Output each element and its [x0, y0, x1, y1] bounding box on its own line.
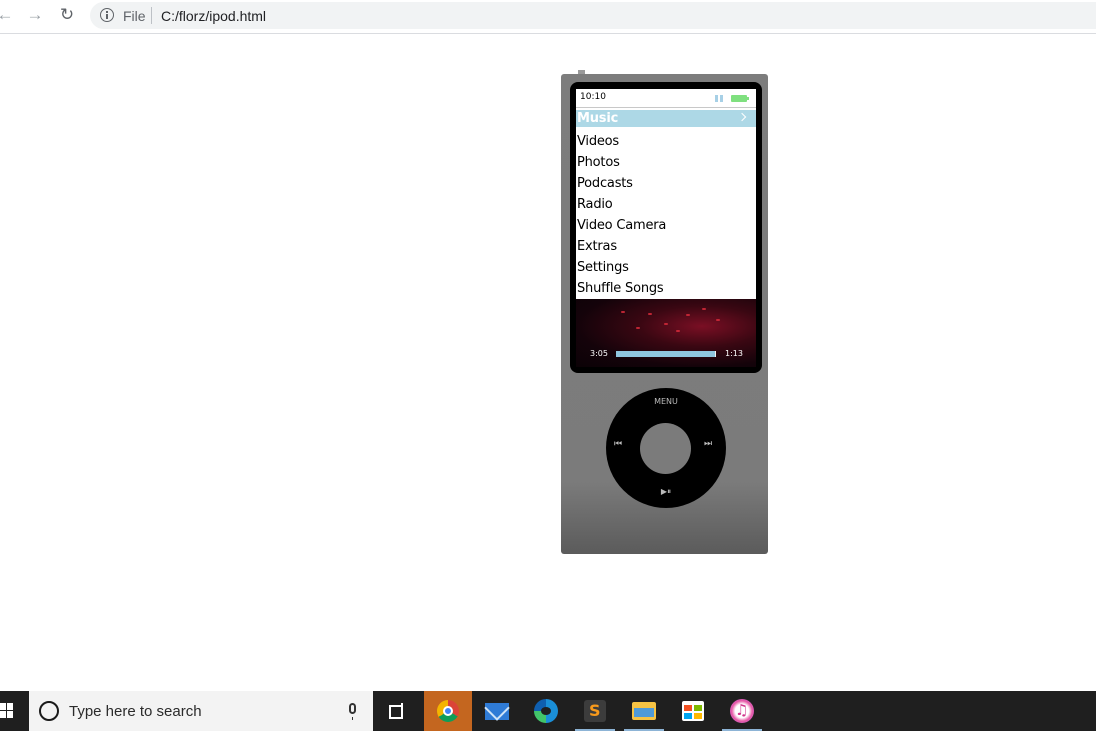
menu-item-radio[interactable]: Radio	[576, 194, 756, 215]
ipod-body: 10:10 Music Videos Photos Podcasts Radio…	[561, 74, 768, 554]
chevron-right-icon	[737, 112, 747, 122]
reload-icon[interactable]: ↻	[56, 4, 78, 26]
address-divider	[151, 7, 152, 24]
menu-button[interactable]: MENU	[606, 397, 726, 406]
taskbar-app-chrome[interactable]	[424, 691, 472, 731]
browser-toolbar: ← → ↻ File C:/florz/ipod.html	[0, 0, 1096, 34]
taskbar-app-store[interactable]	[669, 691, 717, 731]
status-bar: 10:10	[576, 89, 756, 108]
taskbar-search[interactable]: Type here to search	[29, 691, 373, 731]
progress-fill	[616, 351, 715, 357]
sublime-text-icon	[584, 700, 606, 722]
sparkle	[648, 313, 652, 315]
url-scheme-label: File	[123, 8, 146, 24]
taskbar-app-edge[interactable]	[522, 691, 570, 731]
play-pause-icon[interactable]: ▶⏸	[606, 487, 726, 497]
back-arrow-icon[interactable]: ←	[0, 4, 16, 26]
edge-icon	[534, 699, 558, 723]
menu-item-extras[interactable]: Extras	[576, 236, 756, 257]
taskbar-app-explorer[interactable]	[620, 691, 668, 731]
click-wheel[interactable]: MENU ⏮ ⏭ ▶⏸	[606, 388, 726, 508]
cortana-icon[interactable]	[39, 701, 59, 721]
microsoft-store-icon	[682, 701, 704, 721]
url-text[interactable]: C:/florz/ipod.html	[161, 8, 266, 24]
menu-item-photos[interactable]: Photos	[576, 152, 756, 173]
ipod-screen: 10:10 Music Videos Photos Podcasts Radio…	[576, 89, 756, 367]
itunes-icon	[730, 699, 754, 723]
screen-bezel: 10:10 Music Videos Photos Podcasts Radio…	[570, 82, 762, 373]
address-bar[interactable]: File C:/florz/ipod.html	[90, 2, 1096, 29]
progress-bar[interactable]	[616, 351, 716, 357]
sparkle	[716, 319, 720, 321]
menu-item-video-camera[interactable]: Video Camera	[576, 215, 756, 236]
windows-start-icon[interactable]	[0, 703, 14, 719]
next-track-icon[interactable]: ⏭	[704, 438, 712, 449]
pause-status-icon	[715, 95, 724, 102]
taskbar: Type here to search	[0, 691, 1096, 731]
remaining-time: 1:13	[725, 349, 743, 358]
menu-list: Music Videos Photos Podcasts Radio Video…	[576, 110, 756, 299]
menu-item-label: Music	[577, 111, 619, 126]
menu-item-settings[interactable]: Settings	[576, 257, 756, 278]
sparkle	[636, 327, 640, 329]
sparkle	[621, 311, 625, 313]
task-view-icon[interactable]	[387, 702, 405, 720]
taskbar-app-itunes[interactable]	[718, 691, 766, 731]
menu-item-music[interactable]: Music	[576, 110, 756, 127]
search-placeholder[interactable]: Type here to search	[69, 703, 202, 720]
clock: 10:10	[580, 92, 606, 102]
mail-icon	[485, 702, 509, 720]
battery-icon	[731, 95, 749, 102]
sparkle	[676, 330, 680, 332]
sparkle	[664, 323, 668, 325]
microphone-icon[interactable]	[349, 703, 356, 720]
forward-arrow-icon[interactable]: →	[24, 4, 46, 26]
taskbar-app-sublime[interactable]	[571, 691, 619, 731]
taskbar-app-mail[interactable]	[473, 691, 521, 731]
now-playing-panel: 3:05 1:13	[576, 299, 756, 367]
center-select-button[interactable]	[640, 423, 691, 474]
elapsed-time: 3:05	[590, 349, 608, 358]
previous-track-icon[interactable]: ⏮	[614, 438, 622, 449]
menu-item-shuffle-songs[interactable]: Shuffle Songs	[576, 278, 756, 299]
info-icon[interactable]	[100, 8, 114, 22]
sparkle	[686, 314, 690, 316]
chrome-icon	[437, 700, 459, 722]
menu-item-videos[interactable]: Videos	[576, 131, 756, 152]
sparkle	[702, 308, 706, 310]
file-explorer-icon	[632, 702, 656, 720]
menu-item-podcasts[interactable]: Podcasts	[576, 173, 756, 194]
